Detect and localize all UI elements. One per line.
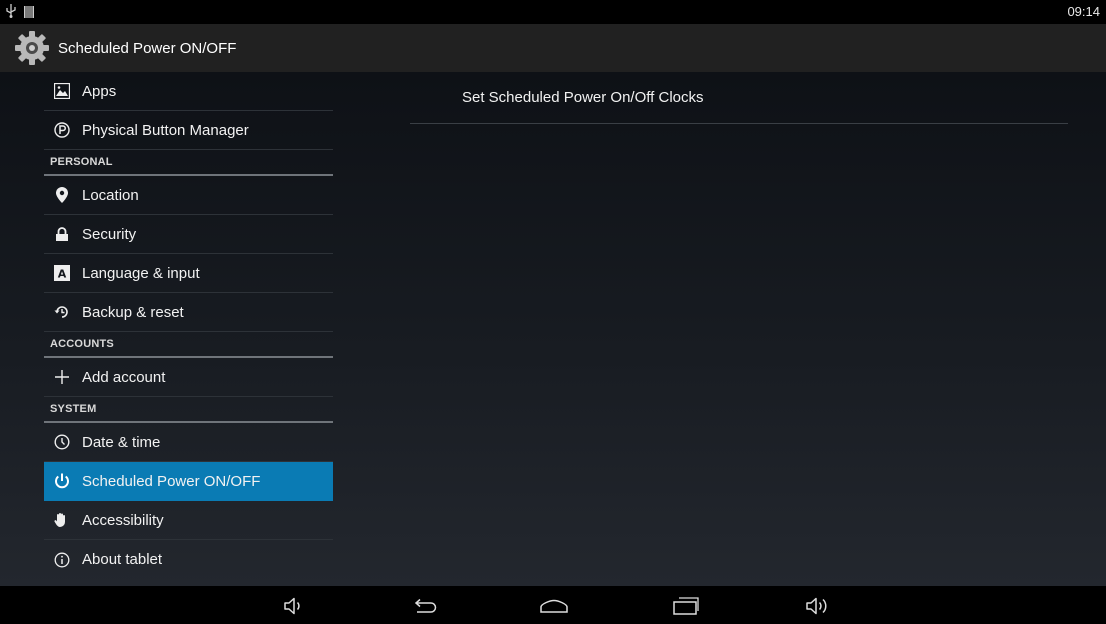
sidebar-item-label: Scheduled Power ON/OFF [82, 472, 261, 490]
p-circle-icon [52, 120, 72, 140]
sidebar-item-add-account[interactable]: Add account [44, 358, 333, 397]
info-icon [52, 550, 72, 570]
lock-icon [52, 224, 72, 244]
page-title: Scheduled Power ON/OFF [58, 39, 237, 57]
sidebar-item-physical-button-manager[interactable]: Physical Button Manager [44, 111, 333, 150]
status-bar: 09:14 [0, 0, 1106, 24]
set-scheduled-power-clocks-item[interactable]: Set Scheduled Power On/Off Clocks [410, 72, 1068, 124]
home-icon[interactable] [536, 594, 572, 618]
sidebar-item-security[interactable]: Security [44, 215, 333, 254]
sidebar-item-language-input[interactable]: A Language & input [44, 254, 333, 293]
detail-pane: Set Scheduled Power On/Off Clocks [410, 72, 1068, 124]
volume-up-icon[interactable] [800, 594, 836, 618]
storage-icon [24, 5, 34, 23]
sidebar-item-label: Add account [82, 368, 166, 386]
action-bar: Scheduled Power ON/OFF [0, 24, 1106, 72]
svg-text:A: A [58, 268, 67, 281]
language-icon: A [52, 263, 72, 283]
recents-icon[interactable] [668, 594, 704, 618]
sidebar-item-apps[interactable]: Apps [44, 72, 333, 111]
sidebar-item-accessibility[interactable]: Accessibility [44, 501, 333, 540]
plus-icon [52, 367, 72, 387]
sidebar-item-label: Language & input [82, 264, 200, 282]
sidebar-item-backup-reset[interactable]: Backup & reset [44, 293, 333, 332]
detail-item-label: Set Scheduled Power On/Off Clocks [462, 89, 704, 106]
section-header-system: SYSTEM [44, 397, 333, 423]
backup-icon [52, 302, 72, 322]
sidebar-item-location[interactable]: Location [44, 176, 333, 215]
section-header-accounts: ACCOUNTS [44, 332, 333, 358]
location-pin-icon [52, 185, 72, 205]
navigation-bar [0, 586, 1106, 624]
sidebar-item-label: Accessibility [82, 511, 164, 529]
apps-icon [52, 81, 72, 101]
sidebar-item-date-time[interactable]: Date & time [44, 423, 333, 462]
power-icon [52, 471, 72, 491]
sidebar-item-about-tablet[interactable]: About tablet [44, 540, 333, 579]
settings-content: Apps Physical Button Manager PERSONAL Lo… [0, 72, 1106, 586]
sidebar-item-label: Security [82, 225, 137, 243]
section-header-personal: PERSONAL [44, 150, 333, 176]
back-icon[interactable] [406, 594, 442, 618]
sidebar-item-label: Apps [82, 82, 117, 100]
status-clock: 09:14 [1067, 4, 1100, 19]
sidebar-item-scheduled-power[interactable]: Scheduled Power ON/OFF [44, 462, 333, 501]
settings-sidebar: Apps Physical Button Manager PERSONAL Lo… [44, 72, 333, 579]
hand-icon [52, 510, 72, 530]
clock-icon [52, 432, 72, 452]
sidebar-item-label: Location [82, 186, 139, 204]
sidebar-item-label: About tablet [82, 551, 163, 568]
usb-icon [6, 4, 16, 23]
sidebar-item-label: Backup & reset [82, 303, 184, 321]
volume-down-icon[interactable] [276, 594, 312, 618]
sidebar-item-label: Physical Button Manager [82, 121, 249, 139]
sidebar-item-label: Date & time [82, 433, 161, 451]
settings-gear-icon[interactable] [14, 30, 50, 66]
